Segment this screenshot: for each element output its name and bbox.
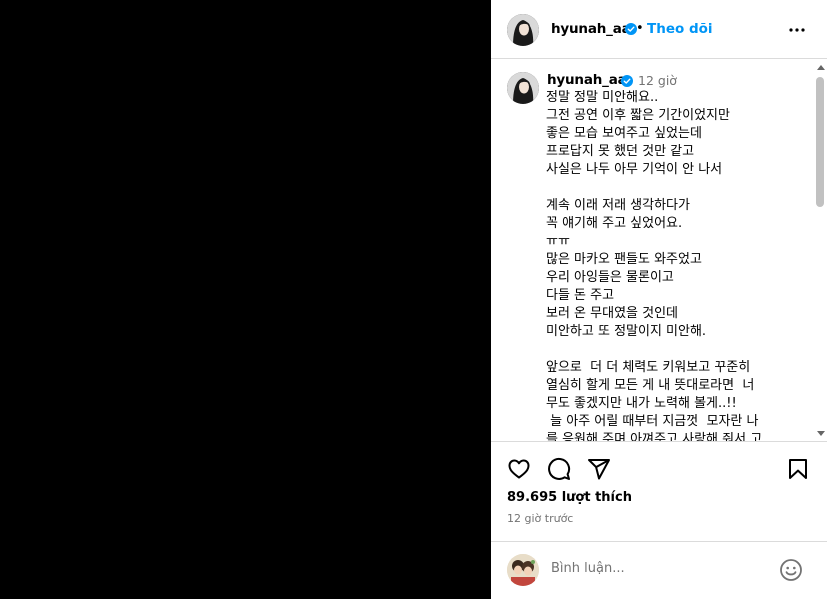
post-header: hyunah_aa • Theo dõi — [491, 0, 827, 59]
post-timestamp[interactable]: 12 giờ trước — [507, 512, 573, 525]
heart-icon[interactable] — [507, 457, 531, 481]
bookmark-icon[interactable] — [786, 457, 810, 481]
post-media[interactable] — [0, 0, 491, 599]
comments-scroll-area[interactable]: hyunah_aa 12 giờ 정말 정말 미안해요.. 그전 공연 이후 짧… — [491, 60, 827, 441]
comment-input[interactable] — [551, 561, 751, 576]
comments-scrollbar[interactable] — [813, 60, 827, 441]
author-avatar[interactable] — [507, 14, 539, 46]
like-count[interactable]: 89.695 lượt thích — [507, 490, 632, 505]
verified-badge-icon — [621, 75, 633, 87]
share-icon[interactable] — [587, 457, 611, 481]
follow-button[interactable]: Theo dõi — [647, 21, 713, 37]
caption-author-avatar[interactable] — [507, 72, 539, 104]
scroll-up-arrow-icon[interactable] — [817, 65, 825, 70]
add-comment-bar — [491, 541, 827, 599]
caption-timestamp[interactable]: 12 giờ — [638, 73, 677, 88]
caption-author-username[interactable]: hyunah_aa — [547, 72, 627, 88]
post-caption: 정말 정말 미안해요.. 그전 공연 이후 짧은 기간이었지만 좋은 모습 보여… — [546, 90, 763, 441]
scrollbar-thumb[interactable] — [816, 77, 824, 207]
post-side-panel: hyunah_aa • Theo dõi hyunah_aa 12 giờ 정말… — [491, 0, 827, 599]
more-options-icon[interactable] — [787, 20, 807, 40]
separator-dot: • — [636, 21, 644, 36]
author-username[interactable]: hyunah_aa — [551, 21, 631, 37]
comment-icon[interactable] — [547, 457, 571, 481]
current-user-avatar — [507, 554, 539, 586]
emoji-icon[interactable] — [779, 558, 803, 582]
post-actions: 89.695 lượt thích 12 giờ trước — [491, 441, 827, 599]
scroll-down-arrow-icon[interactable] — [817, 431, 825, 436]
